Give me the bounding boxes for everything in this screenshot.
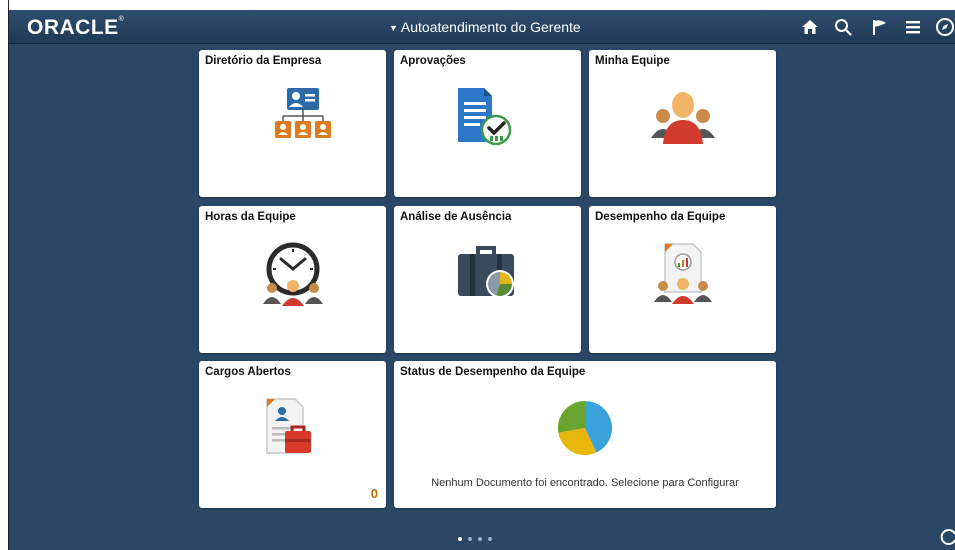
tile-title: Horas da Equipe	[205, 211, 296, 223]
tile-title: Minha Equipe	[595, 55, 670, 67]
page-dot-3[interactable]	[478, 537, 482, 541]
compass-icon[interactable]	[934, 16, 955, 38]
top-navigation-bar: ORACLE® ▼ Autoatendimento do Gerente	[9, 10, 955, 44]
logo-registered-mark: ®	[118, 16, 125, 23]
tile-approvals[interactable]: Aprovações	[394, 50, 581, 197]
action-ring-icon[interactable]	[940, 528, 955, 546]
page-indicator[interactable]	[458, 537, 492, 541]
flag-icon[interactable]	[869, 16, 891, 38]
open-positions-count: 0	[370, 486, 378, 501]
tile-title: Status de Desempenho da Equipe	[400, 366, 586, 378]
tile-title: Cargos Abertos	[205, 366, 291, 378]
page-dot-1[interactable]	[458, 537, 462, 541]
tile-title: Diretório da Empresa	[205, 55, 322, 67]
tile-team-performance-status[interactable]: Status de Desempenho da Equipe Nenhum Do…	[394, 361, 776, 508]
performance-document-icon	[653, 242, 713, 311]
navigation-title-dropdown[interactable]: ▼ Autoatendimento do Gerente	[389, 19, 581, 35]
navigation-title: Autoatendimento do Gerente	[400, 19, 581, 35]
page-dot-4[interactable]	[488, 537, 492, 541]
org-chart-icon	[273, 88, 333, 153]
empty-state-message: Nenhum Documento foi encontrado. Selecio…	[431, 477, 739, 489]
window-edge	[0, 0, 9, 550]
search-icon[interactable]	[832, 16, 854, 38]
briefcase-chart-icon	[456, 244, 520, 309]
tile-title: Desempenho da Equipe	[595, 211, 726, 223]
tile-absence-analysis[interactable]: Análise de Ausência	[394, 206, 581, 353]
tile-team-hours[interactable]: Horas da Equipe	[199, 206, 386, 353]
tile-open-positions[interactable]: Cargos Abertos 0	[199, 361, 386, 508]
approval-document-icon	[456, 86, 520, 155]
home-icon[interactable]	[799, 16, 821, 38]
tile-team-performance[interactable]: Desempenho da Equipe	[589, 206, 776, 353]
tile-my-team[interactable]: Minha Equipe	[589, 50, 776, 197]
app-frame: ORACLE® ▼ Autoatendimento do Gerente Dire…	[0, 0, 955, 550]
tile-title: Aprovações	[400, 55, 466, 67]
page-dot-2[interactable]	[468, 537, 472, 541]
clock-team-icon	[261, 242, 325, 311]
tile-title: Análise de Ausência	[400, 211, 512, 223]
caret-down-icon: ▼	[389, 23, 398, 33]
logo-text: ORACLE	[27, 16, 119, 39]
team-icon	[651, 90, 715, 151]
menu-icon[interactable]	[902, 16, 924, 38]
oracle-logo[interactable]: ORACLE®	[27, 16, 124, 40]
pie-chart-icon	[556, 399, 614, 462]
job-opening-icon	[265, 397, 321, 464]
tile-company-directory[interactable]: Diretório da Empresa	[199, 50, 386, 197]
